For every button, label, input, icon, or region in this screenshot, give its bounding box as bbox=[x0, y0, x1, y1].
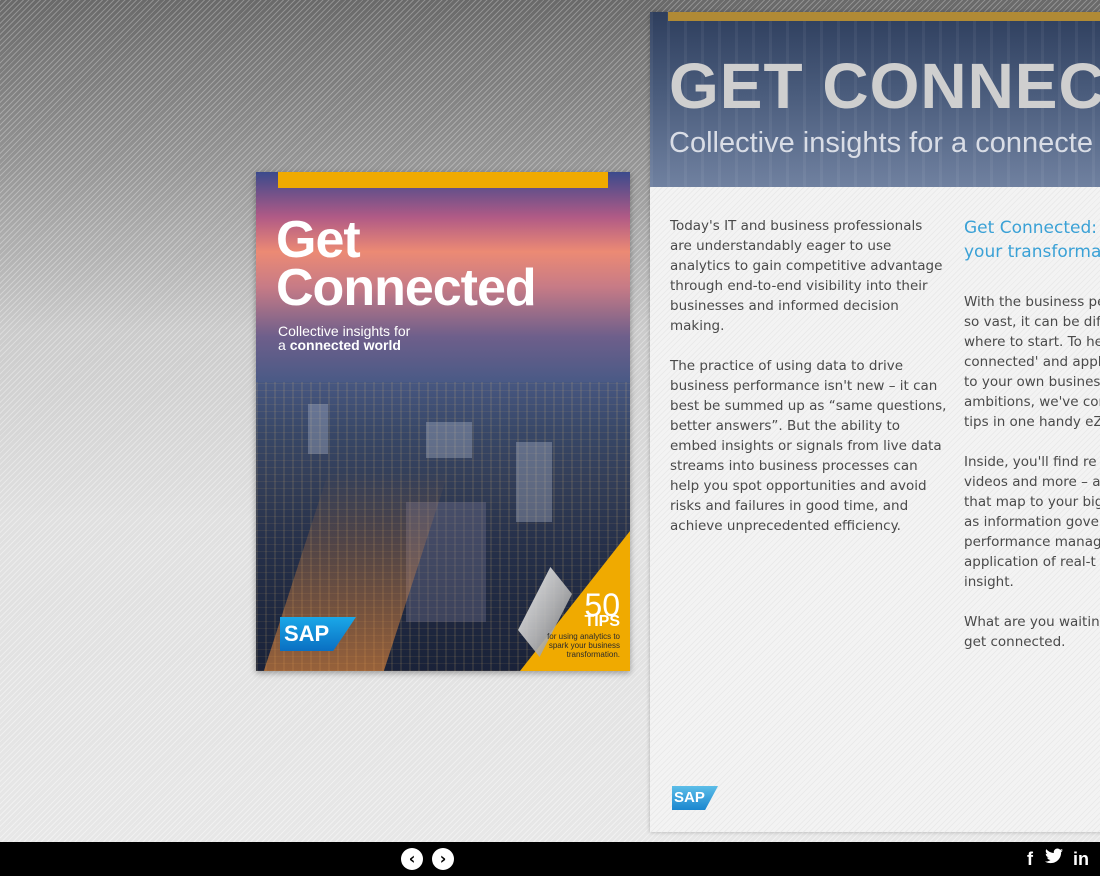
ebook-page[interactable]: GET CONNECT Collective insights for a co… bbox=[650, 12, 1100, 832]
cover-title-line1: Get bbox=[276, 211, 361, 269]
sap-logo-small: SAP bbox=[672, 786, 718, 810]
facebook-share-button[interactable]: f bbox=[1027, 848, 1033, 870]
building bbox=[308, 404, 328, 454]
ebook-cover[interactable]: Get Connected Collective insights for a … bbox=[256, 172, 630, 671]
text-line: as information gove bbox=[964, 514, 1099, 530]
text-line: insight. bbox=[964, 574, 1014, 590]
twitter-icon bbox=[1045, 848, 1063, 868]
page-subtitle: Collective insights for a connecte bbox=[669, 127, 1093, 159]
chevron-left-icon: ‹ bbox=[408, 849, 416, 868]
building bbox=[516, 442, 552, 522]
paragraph: The practice of using data to drive busi… bbox=[670, 356, 948, 536]
text-line: The practice of using data to drive bbox=[670, 358, 904, 374]
cover-title: Get Connected bbox=[276, 211, 537, 317]
text-line: making. bbox=[670, 318, 725, 334]
text-line: that map to your big bbox=[964, 494, 1100, 510]
text-line: Today's IT and business professionals bbox=[670, 218, 923, 234]
text-line: achieve unprecedented efficiency. bbox=[670, 518, 901, 534]
heading-line: your transforma bbox=[964, 242, 1100, 262]
previous-page-button[interactable]: ‹ bbox=[401, 848, 423, 870]
page-accent-bar bbox=[668, 12, 1100, 21]
text-line: better answers”. But the ability to bbox=[670, 418, 901, 434]
tips-description: for using analytics to spark your busine… bbox=[547, 632, 620, 659]
body-column-1: Today's IT and business professionals ar… bbox=[670, 216, 948, 556]
page-title: GET CONNECT bbox=[669, 50, 1100, 122]
text-line: ambitions, we've cor bbox=[964, 394, 1100, 410]
text-line: What are you waitin bbox=[964, 614, 1100, 630]
building bbox=[426, 422, 472, 458]
twitter-bird-icon bbox=[1045, 848, 1063, 864]
facebook-icon: f bbox=[1027, 849, 1033, 869]
next-page-button[interactable]: › bbox=[432, 848, 454, 870]
text-line: streams into business processes can bbox=[670, 458, 918, 474]
paragraph: What are you waitin get connected. bbox=[964, 612, 1100, 652]
cover-accent-bar bbox=[278, 172, 608, 188]
text-line: Inside, you'll find re bbox=[964, 454, 1097, 470]
bottom-toolbar: ‹ › f in bbox=[0, 842, 1100, 876]
text-line: businesses and informed decision bbox=[670, 298, 899, 314]
text-line: help you spot opportunities and avoid bbox=[670, 478, 927, 494]
text-line: analytics to gain competitive advantage bbox=[670, 258, 943, 274]
text-line: tips in one handy eZ bbox=[964, 414, 1100, 430]
text-line: connected' and appl bbox=[964, 354, 1100, 370]
text-line: through end-to-end visibility into their bbox=[670, 278, 928, 294]
text-line: to your own busines bbox=[964, 374, 1100, 390]
text-line: embed insights or signals from live data bbox=[670, 438, 942, 454]
cover-subtitle-prefix: a bbox=[278, 337, 286, 353]
linkedin-share-button[interactable]: in bbox=[1073, 848, 1089, 870]
tips-word: TIPS bbox=[584, 613, 620, 630]
text-line: With the business pe bbox=[964, 294, 1100, 310]
body-column-2: Get Connected: your transforma With the … bbox=[964, 216, 1100, 672]
text-line: so vast, it can be dif bbox=[964, 314, 1100, 330]
cover-subtitle: Collective insights for a connected worl… bbox=[278, 324, 410, 352]
cover-title-line2: Connected bbox=[276, 259, 537, 317]
chevron-right-icon: › bbox=[439, 849, 447, 868]
paragraph: Today's IT and business professionals ar… bbox=[670, 216, 948, 336]
text-line: videos and more – a bbox=[964, 474, 1100, 490]
paragraph: Inside, you'll find re videos and more –… bbox=[964, 452, 1100, 592]
text-line: risks and failures in good time, and bbox=[670, 498, 909, 514]
text-line: get connected. bbox=[964, 634, 1066, 650]
linkedin-icon: in bbox=[1073, 849, 1089, 869]
paragraph: With the business pe so vast, it can be … bbox=[964, 292, 1100, 432]
text-line: business performance isn't new – it can bbox=[670, 378, 938, 394]
viewer-stage: Get Connected Collective insights for a … bbox=[0, 0, 1100, 842]
text-line: performance manag bbox=[964, 534, 1100, 550]
heading-line: Get Connected: bbox=[964, 218, 1097, 238]
cover-subtitle-bold: connected world bbox=[289, 337, 401, 353]
text-line: best be summed up as “same questions, bbox=[670, 398, 947, 414]
column-heading: Get Connected: your transforma bbox=[964, 216, 1100, 264]
text-line: are understandably eager to use bbox=[670, 238, 892, 254]
cover-subtitle-line2: a connected world bbox=[278, 338, 410, 352]
text-line: where to start. To he bbox=[964, 334, 1100, 350]
text-line: application of real-t bbox=[964, 554, 1096, 570]
cover-subtitle-line1: Collective insights for bbox=[278, 323, 411, 339]
twitter-share-button[interactable] bbox=[1045, 848, 1063, 871]
